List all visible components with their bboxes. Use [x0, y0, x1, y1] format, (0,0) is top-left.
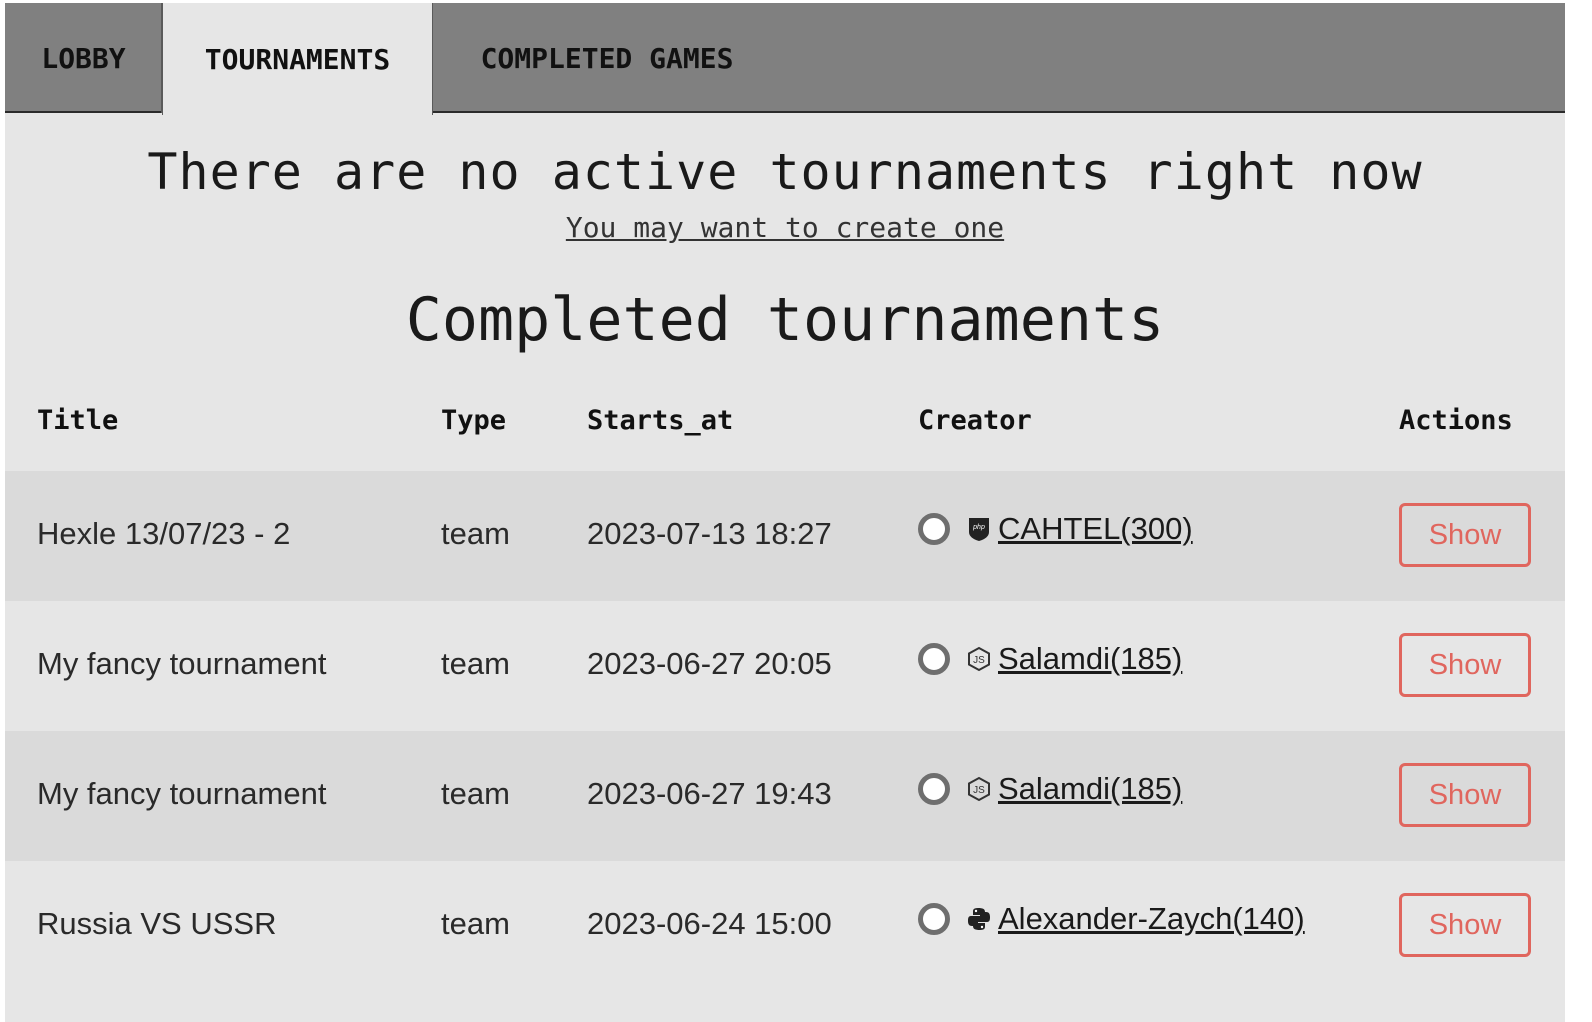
table-row: Hexle 13/07/23 - 2 team 2023-07-13 18:27…: [5, 471, 1565, 601]
tournament-creator: JS Salamdi(185): [918, 771, 1182, 807]
tournament-starts-at: 2023-06-27 20:05: [587, 646, 832, 681]
tournament-title: Hexle 13/07/23 - 2: [37, 516, 291, 551]
online-status-icon: [918, 643, 950, 675]
completed-tournaments-table: Title Type Starts_at Creator Actions Hex…: [5, 373, 1565, 991]
tournament-starts-at: 2023-06-27 19:43: [587, 776, 832, 811]
header-actions: Actions: [1399, 405, 1513, 436]
completed-tournaments-heading: Completed tournaments: [405, 285, 1165, 355]
tournament-starts-at: 2023-06-24 15:00: [587, 906, 832, 941]
table-row: My fancy tournament team 2023-06-27 20:0…: [5, 601, 1565, 731]
creator-link[interactable]: Salamdi(185): [998, 641, 1182, 677]
tournament-creator: JS Salamdi(185): [918, 641, 1182, 677]
tournament-title: My fancy tournament: [37, 776, 327, 811]
table-row: Russia VS USSR team 2023-06-24 15:00 Ale…: [5, 861, 1565, 991]
tournament-starts-at: 2023-07-13 18:27: [587, 516, 832, 551]
create-tournament-link[interactable]: You may want to create one: [5, 211, 1565, 244]
tournament-type: team: [441, 646, 510, 681]
tournament-title: Russia VS USSR: [37, 906, 277, 941]
tournament-creator: Alexander-Zaych(140): [918, 901, 1305, 937]
tab-bar: LOBBY TOURNAMENTS COMPLETED GAMES: [5, 3, 1565, 115]
online-status-icon: [918, 513, 950, 545]
header-starts-at: Starts_at: [587, 405, 734, 436]
tournaments-page: LOBBY TOURNAMENTS COMPLETED GAMES There …: [5, 3, 1565, 1022]
header-title: Title: [37, 405, 119, 436]
svg-text:JS: JS: [973, 785, 985, 796]
php-icon: php: [969, 518, 989, 541]
show-button[interactable]: Show: [1399, 633, 1531, 697]
header-creator: Creator: [918, 405, 1032, 436]
creator-link[interactable]: Alexander-Zaych(140): [998, 901, 1305, 937]
tournament-creator: php CAHTEL(300): [918, 511, 1193, 547]
svg-text:php: php: [972, 524, 985, 531]
nodejs-icon: JS: [968, 776, 990, 802]
online-status-icon: [918, 773, 950, 805]
nodejs-icon: JS: [968, 646, 990, 672]
tournament-type: team: [441, 516, 510, 551]
tournament-type: team: [441, 906, 510, 941]
python-icon: [968, 908, 990, 930]
tab-tournaments[interactable]: TOURNAMENTS: [162, 3, 433, 115]
tab-lobby[interactable]: LOBBY: [5, 3, 162, 113]
tournament-type: team: [441, 776, 510, 811]
table-row: My fancy tournament team 2023-06-27 19:4…: [5, 731, 1565, 861]
tab-completed-games[interactable]: COMPLETED GAMES: [433, 3, 781, 113]
creator-link[interactable]: Salamdi(185): [998, 771, 1182, 807]
header-type: Type: [441, 405, 507, 436]
table-header: Title Type Starts_at Creator Actions: [5, 373, 1565, 471]
tournament-title: My fancy tournament: [37, 646, 327, 681]
creator-link[interactable]: CAHTEL(300): [998, 511, 1193, 547]
no-active-tournaments-heading: There are no active tournaments right no…: [147, 143, 1423, 201]
show-button[interactable]: Show: [1399, 503, 1531, 567]
online-status-icon: [918, 903, 950, 935]
svg-text:JS: JS: [973, 655, 985, 666]
show-button[interactable]: Show: [1399, 763, 1531, 827]
show-button[interactable]: Show: [1399, 893, 1531, 957]
